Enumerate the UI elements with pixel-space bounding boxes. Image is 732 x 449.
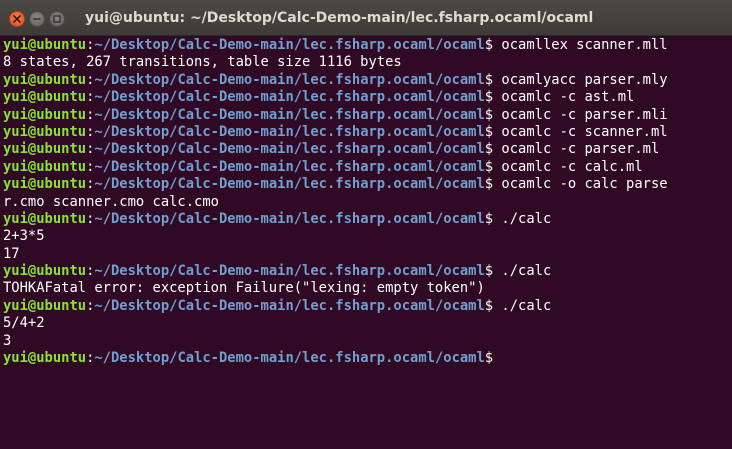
close-icon	[13, 15, 21, 23]
command-text: ocamlc -c parser.mli	[501, 106, 668, 123]
prompt-user: yui@ubuntu	[3, 141, 87, 158]
prompt-dollar: $	[484, 210, 502, 227]
close-button[interactable]	[9, 11, 25, 27]
prompt-user: yui@ubuntu	[3, 263, 87, 280]
output-line: 17	[3, 245, 20, 262]
prompt-dollar: $	[484, 123, 502, 140]
title-bar[interactable]: yui@ubuntu: ~/Desktop/Calc-Demo-main/lec…	[0, 0, 732, 36]
prompt-dollar: $	[484, 37, 502, 53]
prompt-path: ~/Desktop/Calc-Demo-main/lec.fsharp.ocam…	[94, 141, 485, 158]
maximize-icon	[53, 15, 61, 23]
prompt-path: ~/Desktop/Calc-Demo-main/lec.fsharp.ocam…	[94, 263, 485, 280]
maximize-button[interactable]	[49, 11, 65, 27]
prompt-line: yui@ubuntu:~/Desktop/Calc-Demo-main/lec.…	[3, 176, 732, 193]
prompt-path: ~/Desktop/Calc-Demo-main/lec.fsharp.ocam…	[94, 106, 485, 123]
prompt-path: ~/Desktop/Calc-Demo-main/lec.fsharp.ocam…	[94, 89, 485, 106]
prompt-user: yui@ubuntu	[3, 71, 87, 88]
prompt-user: yui@ubuntu	[3, 158, 87, 175]
command-text: ./calc	[501, 263, 552, 280]
command-text: ocamllex scanner.mll	[501, 37, 668, 53]
prompt-user: yui@ubuntu	[3, 297, 87, 314]
prompt-line: yui@ubuntu:~/Desktop/Calc-Demo-main/lec.…	[3, 211, 732, 228]
minimize-icon	[33, 18, 41, 20]
prompt-user: yui@ubuntu	[3, 89, 87, 106]
prompt-dollar: $	[484, 263, 502, 280]
output-line: TOHKAFatal error: exception Failure("lex…	[3, 280, 485, 297]
prompt-path: ~/Desktop/Calc-Demo-main/lec.fsharp.ocam…	[94, 297, 485, 314]
prompt-path: ~/Desktop/Calc-Demo-main/lec.fsharp.ocam…	[94, 176, 485, 193]
command-text: ocamlc -c calc.ml	[501, 158, 643, 175]
command-text: ./calc	[501, 297, 552, 314]
prompt-path: ~/Desktop/Calc-Demo-main/lec.fsharp.ocam…	[94, 37, 485, 53]
prompt-user: yui@ubuntu	[3, 123, 87, 140]
command-text: ocamlc -o calc parse	[501, 176, 668, 193]
prompt-line: yui@ubuntu:~/Desktop/Calc-Demo-main/lec.…	[3, 263, 732, 280]
output-line: 2+3*5	[3, 228, 45, 245]
prompt-line: yui@ubuntu:~/Desktop/Calc-Demo-main/lec.…	[3, 37, 732, 54]
prompt-line: yui@ubuntu:~/Desktop/Calc-Demo-main/lec.…	[3, 298, 732, 315]
command-text: ./calc	[501, 210, 552, 227]
prompt-path: ~/Desktop/Calc-Demo-main/lec.fsharp.ocam…	[94, 210, 485, 227]
prompt-dollar: $	[484, 176, 502, 193]
prompt-dollar: $	[484, 158, 502, 175]
prompt-user: yui@ubuntu	[3, 106, 87, 123]
window-title: yui@ubuntu: ~/Desktop/Calc-Demo-main/lec…	[85, 10, 594, 26]
command-text: ocamlc -c ast.ml	[501, 89, 635, 106]
output-line: 8 states, 267 transitions, table size 11…	[3, 54, 402, 71]
prompt-user: yui@ubuntu	[3, 176, 87, 193]
prompt-user: yui@ubuntu	[3, 350, 87, 367]
prompt-user: yui@ubuntu	[3, 210, 87, 227]
prompt-line: yui@ubuntu:~/Desktop/Calc-Demo-main/lec.…	[3, 107, 732, 124]
prompt-dollar: $	[484, 141, 502, 158]
output-line: 3	[3, 332, 12, 349]
output-line: r.cmo scanner.cmo calc.cmo	[3, 193, 219, 210]
prompt-line: yui@ubuntu:~/Desktop/Calc-Demo-main/lec.…	[3, 159, 732, 176]
prompt-line: yui@ubuntu:~/Desktop/Calc-Demo-main/lec.…	[3, 141, 732, 158]
prompt-line: yui@ubuntu:~/Desktop/Calc-Demo-main/lec.…	[3, 350, 732, 367]
prompt-dollar: $	[484, 106, 502, 123]
prompt-dollar: $	[484, 350, 502, 367]
prompt-line: yui@ubuntu:~/Desktop/Calc-Demo-main/lec.…	[3, 89, 732, 106]
prompt-path: ~/Desktop/Calc-Demo-main/lec.fsharp.ocam…	[94, 71, 485, 88]
prompt-dollar: $	[484, 89, 502, 106]
prompt-path: ~/Desktop/Calc-Demo-main/lec.fsharp.ocam…	[94, 123, 485, 140]
prompt-dollar: $	[484, 71, 502, 88]
terminal-output[interactable]: yui@ubuntu:~/Desktop/Calc-Demo-main/lec.…	[0, 36, 732, 449]
prompt-line: yui@ubuntu:~/Desktop/Calc-Demo-main/lec.…	[3, 124, 732, 141]
command-text: ocamlc -c scanner.ml	[501, 123, 668, 140]
command-text: ocamlc -c parser.ml	[501, 141, 660, 158]
terminal-window: yui@ubuntu: ~/Desktop/Calc-Demo-main/lec…	[0, 0, 732, 449]
minimize-button[interactable]	[29, 11, 45, 27]
prompt-dollar: $	[484, 297, 502, 314]
prompt-path: ~/Desktop/Calc-Demo-main/lec.fsharp.ocam…	[94, 350, 485, 367]
prompt-line: yui@ubuntu:~/Desktop/Calc-Demo-main/lec.…	[3, 72, 732, 89]
output-line: 5/4+2	[3, 315, 45, 332]
prompt-path: ~/Desktop/Calc-Demo-main/lec.fsharp.ocam…	[94, 158, 485, 175]
command-text: ocamlyacc parser.mly	[501, 71, 668, 88]
prompt-user: yui@ubuntu	[3, 37, 87, 53]
